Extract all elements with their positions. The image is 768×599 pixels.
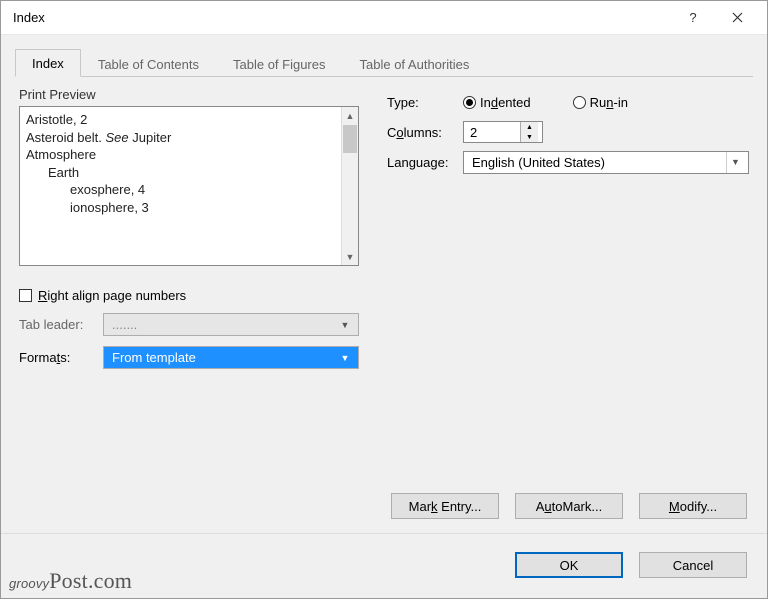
spin-up-icon[interactable]: ▲ [521,122,538,132]
ok-button[interactable]: OK [515,552,623,578]
spinner-buttons: ▲ ▼ [520,122,538,142]
type-indented-radio[interactable]: Indented [463,95,531,110]
spin-down-icon[interactable]: ▼ [521,132,538,142]
columns-input[interactable] [464,122,520,142]
tab-leader-combo: ....... ▼ [103,313,359,336]
modify-button[interactable]: Modify... [639,493,747,519]
preview-line: exosphere, 4 [26,181,335,199]
mid-button-row: Mark Entry... AutoMark... Modify... [15,485,753,527]
right-column: Type: Indented Run-in Columns: [387,87,749,481]
type-row: Type: Indented Run-in [387,87,749,117]
scroll-track[interactable] [342,154,358,248]
radio-label: Run-in [590,95,628,110]
type-runin-radio[interactable]: Run-in [573,95,628,110]
columns-spinner[interactable]: ▲ ▼ [463,121,543,143]
preview-line: Asteroid belt. See Jupiter [26,129,335,147]
radio-label: Indented [480,95,531,110]
tab-toc[interactable]: Table of Contents [81,50,216,77]
tab-strip: Index Table of Contents Table of Figures… [15,47,753,77]
index-dialog: Index ? Index Table of Contents Table of… [0,0,768,599]
print-preview-label: Print Preview [19,87,359,102]
footer-button-row: OK Cancel [15,544,753,586]
columns-label: Columns: [387,125,463,140]
tab-toa[interactable]: Table of Authorities [343,50,487,77]
tab-leader-row: Tab leader: ....... ▼ [19,313,359,336]
scroll-down-icon[interactable]: ▼ [342,248,358,265]
mark-entry-button[interactable]: Mark Entry... [391,493,499,519]
right-align-checkbox[interactable]: Right align page numbers [19,288,359,303]
tab-tof[interactable]: Table of Figures [216,50,343,77]
language-row: Language: English (United States) ▼ [387,147,749,177]
dialog-footer: OK Cancel [1,533,767,598]
close-button[interactable] [715,4,759,32]
tab-panel-index: Print Preview Aristotle, 2 Asteroid belt… [15,77,753,485]
dialog-content: Index Table of Contents Table of Figures… [1,35,767,533]
preview-line: Earth [26,164,335,182]
tab-index[interactable]: Index [15,49,81,77]
tab-leader-label: Tab leader: [19,317,95,332]
print-preview-box: Aristotle, 2 Asteroid belt. See Jupiter … [19,106,359,266]
preview-scrollbar[interactable]: ▲ ▼ [341,107,358,265]
chevron-down-icon: ▼ [726,152,744,173]
chevron-down-icon: ▼ [336,353,354,363]
scroll-up-icon[interactable]: ▲ [342,107,358,124]
checkbox-icon [19,289,32,302]
print-preview-content: Aristotle, 2 Asteroid belt. See Jupiter … [20,107,341,265]
preview-line: ionosphere, 3 [26,199,335,217]
cancel-button[interactable]: Cancel [639,552,747,578]
dialog-title: Index [13,10,671,25]
language-label: Language: [387,155,463,170]
language-combo[interactable]: English (United States) ▼ [463,151,749,174]
left-column: Print Preview Aristotle, 2 Asteroid belt… [19,87,359,481]
preview-line: Aristotle, 2 [26,111,335,129]
formats-row: Formats: From template ▼ [19,346,359,369]
right-align-label: Right align page numbers [38,288,186,303]
preview-line: Atmosphere [26,146,335,164]
type-label: Type: [387,95,463,110]
titlebar: Index ? [1,1,767,35]
columns-row: Columns: ▲ ▼ [387,117,749,147]
radio-icon [463,96,476,109]
automark-button[interactable]: AutoMark... [515,493,623,519]
scroll-thumb[interactable] [343,125,357,153]
radio-icon [573,96,586,109]
formats-label: Formats: [19,350,95,365]
chevron-down-icon: ▼ [336,320,354,330]
help-button[interactable]: ? [671,4,715,32]
close-icon [732,12,743,23]
formats-combo[interactable]: From template ▼ [103,346,359,369]
